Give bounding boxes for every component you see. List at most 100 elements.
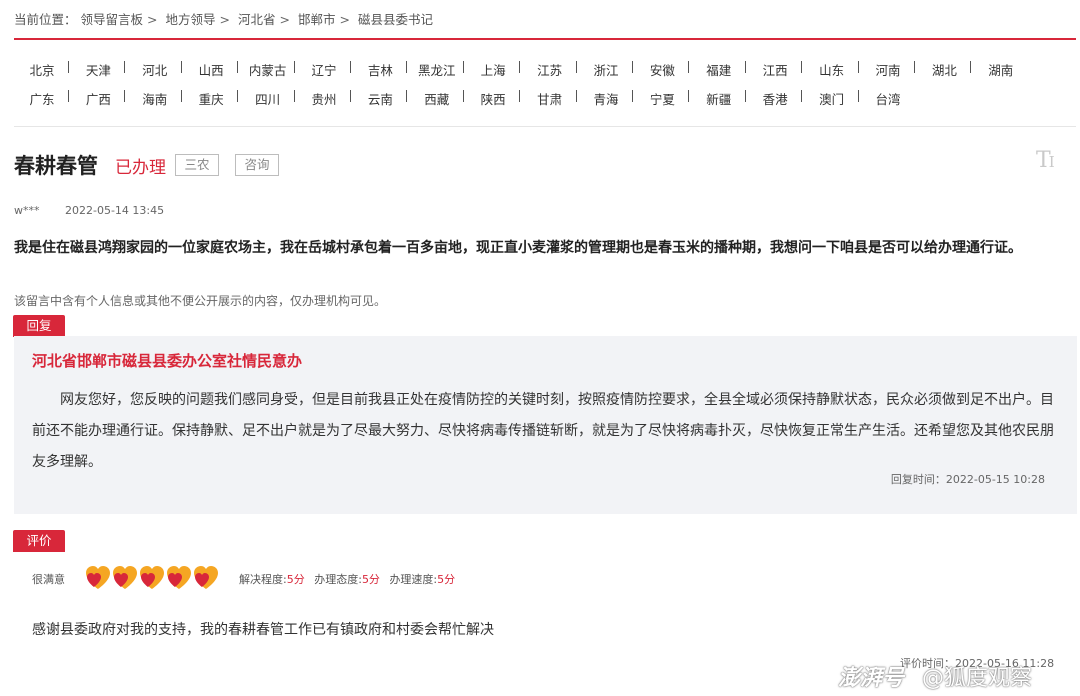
heart-icon bbox=[110, 563, 140, 593]
region-separator bbox=[519, 90, 521, 102]
breadcrumb-item-city[interactable]: 邯郸市 bbox=[298, 12, 336, 27]
score-attitude: 办理态度:5分 bbox=[314, 573, 380, 586]
breadcrumb-item-local-leaders[interactable]: 地方领导 bbox=[165, 12, 215, 27]
region-link[interactable]: 黑龙江 bbox=[409, 60, 465, 79]
breadcrumb-separator: > bbox=[279, 12, 290, 27]
region-separator bbox=[293, 90, 295, 102]
region-link[interactable]: 辽宁 bbox=[296, 60, 352, 79]
region-separator bbox=[462, 90, 464, 102]
region-separator bbox=[406, 90, 408, 102]
region-link[interactable]: 内蒙古 bbox=[240, 60, 296, 79]
breadcrumb-item-leader-board[interactable]: 领导留言板 bbox=[81, 12, 144, 27]
evaluation-scores: 解决程度:5分 办理态度:5分 办理速度:5分 bbox=[239, 571, 461, 587]
region-link[interactable]: 江苏 bbox=[522, 60, 578, 79]
region-link[interactable]: 台湾 bbox=[860, 89, 916, 108]
breadcrumb-separator: > bbox=[219, 12, 230, 27]
watermark-account: @狐度观察 bbox=[922, 666, 1033, 691]
evaluation-tab: 评价 bbox=[13, 530, 65, 552]
region-link[interactable]: 湖北 bbox=[916, 60, 972, 79]
region-separator bbox=[688, 90, 690, 102]
region-separator bbox=[632, 90, 633, 102]
region-link[interactable]: 宁夏 bbox=[634, 89, 690, 108]
region-separator bbox=[68, 90, 69, 102]
reply-time: 回复时间：2022-05-15 10:28 bbox=[890, 473, 1045, 486]
breadcrumb-prefix: 当前位置： bbox=[14, 12, 77, 27]
reply-box: 河北省邯郸市磁县县委办公室社情民意办 网友您好，您反映的问题我们感同身受，但是目… bbox=[14, 336, 1077, 514]
region-link[interactable]: 河北 bbox=[127, 60, 183, 79]
status-badge: 已办理 bbox=[115, 158, 166, 178]
region-link[interactable]: 湖南 bbox=[973, 60, 1029, 79]
region-separator bbox=[801, 61, 803, 73]
region-link[interactable]: 四川 bbox=[240, 89, 296, 108]
section-divider bbox=[14, 126, 1076, 127]
region-link[interactable]: 西藏 bbox=[409, 89, 465, 108]
region-separator bbox=[180, 90, 182, 102]
region-separator bbox=[575, 61, 577, 73]
region-link[interactable]: 天津 bbox=[70, 60, 126, 79]
region-separator bbox=[688, 61, 690, 73]
region-link[interactable]: 浙江 bbox=[578, 60, 634, 79]
message-title: 春耕春管 bbox=[14, 154, 98, 178]
region-separator bbox=[180, 61, 182, 73]
region-separator bbox=[744, 90, 746, 102]
breadcrumb-item-province[interactable]: 河北省 bbox=[238, 12, 276, 27]
breadcrumb-item-leader[interactable]: 磁县县委书记 bbox=[358, 12, 433, 27]
region-link[interactable]: 重庆 bbox=[183, 89, 239, 108]
region-link[interactable]: 广西 bbox=[70, 89, 126, 108]
region-separator bbox=[914, 61, 915, 73]
region-link[interactable]: 山西 bbox=[183, 60, 239, 79]
region-link[interactable]: 青海 bbox=[578, 89, 634, 108]
region-link[interactable]: 福建 bbox=[691, 60, 747, 79]
region-separator bbox=[293, 61, 295, 73]
tag-type[interactable]: 咨询 bbox=[235, 154, 279, 176]
region-link[interactable]: 吉林 bbox=[352, 60, 408, 79]
heart-icon bbox=[137, 563, 167, 593]
reply-body: 网友您好，您反映的问题我们感同身受，但是目前我县正处在疫情防控的关键时刻，按照疫… bbox=[32, 392, 1054, 470]
region-separator bbox=[237, 61, 239, 73]
score-speed: 办理速度:5分 bbox=[389, 573, 456, 586]
region-link[interactable]: 安徽 bbox=[634, 60, 690, 79]
region-separator bbox=[575, 90, 577, 102]
heart-icon bbox=[191, 563, 221, 593]
region-link[interactable]: 甘肃 bbox=[522, 89, 578, 108]
breadcrumb-separator: > bbox=[147, 12, 158, 27]
satisfaction-label: 很满意 bbox=[32, 573, 65, 586]
region-link[interactable]: 澳门 bbox=[804, 89, 860, 108]
message-meta: w*** 2022-05-14 13:45 bbox=[14, 204, 164, 217]
header-divider bbox=[14, 38, 1076, 40]
privacy-note: 该留言中含有个人信息或其他不便公开展示的内容，仅办理机构可见。 bbox=[14, 294, 387, 308]
message-body: 我是住在磁县鸿翔家园的一位家庭农场主，我在岳城村承包着一百多亩地，现正直小麦灌浆… bbox=[14, 240, 1022, 256]
font-size-toggle-icon[interactable]: TI bbox=[1036, 148, 1055, 173]
region-separator bbox=[68, 61, 69, 73]
region-separator bbox=[350, 61, 351, 73]
region-separator bbox=[801, 90, 803, 102]
region-link[interactable]: 贵州 bbox=[296, 89, 352, 108]
region-separator bbox=[857, 90, 859, 102]
message-user: w*** bbox=[14, 204, 40, 217]
evaluation-rating: 很满意 解决程度:5分 办理态度:5分 办理速度:5分 bbox=[32, 563, 632, 593]
region-link[interactable]: 江西 bbox=[747, 60, 803, 79]
region-separator bbox=[744, 61, 746, 73]
watermark-logo-text: 澎湃号 bbox=[838, 666, 905, 691]
reply-org: 河北省邯郸市磁县县委办公室社情民意办 bbox=[32, 352, 303, 370]
region-separator bbox=[406, 61, 408, 73]
region-link[interactable]: 云南 bbox=[352, 89, 408, 108]
region-separator bbox=[632, 61, 633, 73]
region-link[interactable]: 陕西 bbox=[465, 89, 521, 108]
region-separator bbox=[519, 61, 521, 73]
region-link[interactable]: 上海 bbox=[465, 60, 521, 79]
region-separator bbox=[970, 61, 972, 73]
score-resolution: 解决程度:5分 bbox=[239, 573, 305, 586]
region-link[interactable]: 海南 bbox=[127, 89, 183, 108]
region-separator bbox=[857, 61, 859, 73]
region-separator bbox=[124, 61, 126, 73]
region-link[interactable]: 广东 bbox=[14, 89, 70, 108]
region-link[interactable]: 新疆 bbox=[691, 89, 747, 108]
region-link[interactable]: 香港 bbox=[747, 89, 803, 108]
reply-tab: 回复 bbox=[13, 315, 65, 337]
region-link[interactable]: 北京 bbox=[14, 60, 70, 79]
breadcrumb-separator: > bbox=[339, 12, 350, 27]
tag-category[interactable]: 三农 bbox=[175, 154, 219, 176]
region-link[interactable]: 河南 bbox=[860, 60, 916, 79]
region-link[interactable]: 山东 bbox=[804, 60, 860, 79]
